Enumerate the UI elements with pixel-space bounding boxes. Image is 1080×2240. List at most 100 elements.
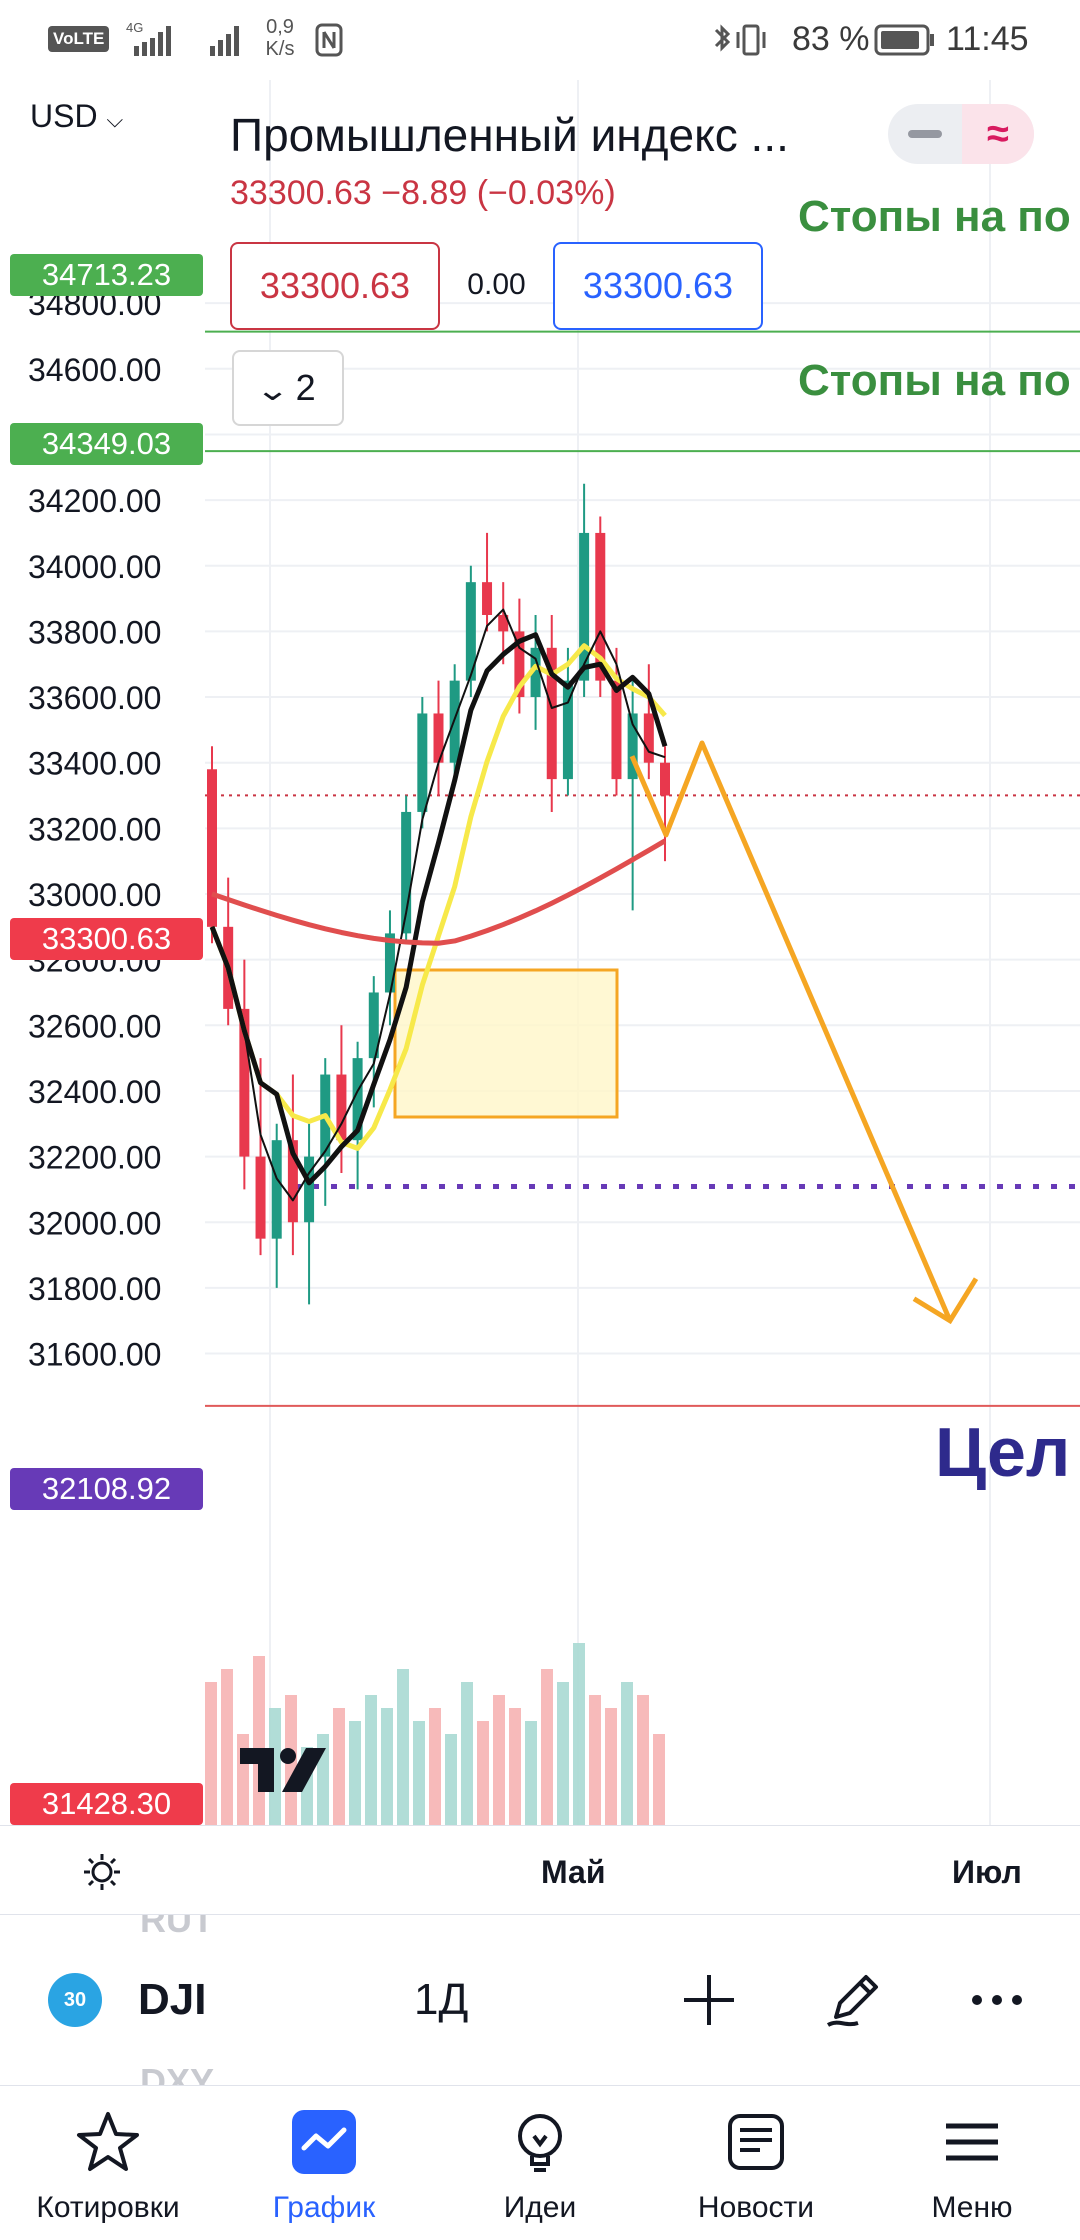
volume-bar bbox=[221, 1669, 233, 1825]
currency-selector[interactable]: USD ⌵ bbox=[30, 98, 123, 135]
volume-bar bbox=[589, 1695, 601, 1825]
volume-bar bbox=[349, 1721, 361, 1825]
nav-chart[interactable]: График bbox=[216, 2086, 432, 2240]
stop-label-1: Стопы на по bbox=[798, 192, 1071, 241]
lightbulb-icon bbox=[518, 2114, 562, 2172]
volume-bar bbox=[445, 1734, 457, 1825]
candle-body bbox=[643, 713, 654, 763]
candle-body bbox=[304, 1156, 315, 1223]
price-tick-label: 31600.00 bbox=[28, 1337, 161, 1373]
volume-bar bbox=[621, 1682, 633, 1825]
candle-body bbox=[207, 769, 217, 927]
volume-bar bbox=[413, 1721, 425, 1825]
sun-settings-icon[interactable] bbox=[82, 1852, 122, 1892]
price-tick-label: 32000.00 bbox=[28, 1205, 161, 1241]
chevron-down-icon: ⌵ bbox=[106, 107, 124, 132]
volte-indicator: VoLTE bbox=[48, 26, 110, 52]
candle-body bbox=[482, 582, 493, 615]
clock: 11:45 bbox=[946, 20, 1029, 58]
nav-ideas[interactable]: Идеи bbox=[432, 2086, 648, 2240]
month-label-may: Май bbox=[541, 1854, 606, 1890]
plus-icon[interactable] bbox=[674, 1965, 744, 2035]
interval-selector[interactable]: 1Д bbox=[414, 1975, 468, 2025]
stop-level-2-tag: 34349.03 bbox=[10, 423, 203, 465]
stop-level-1-tag: 34713.23 bbox=[10, 254, 203, 296]
price-tick-label: 33800.00 bbox=[28, 614, 161, 650]
sell-button[interactable]: 33300.63 bbox=[230, 242, 440, 330]
volume-bar bbox=[653, 1734, 665, 1825]
price-tick-label: 34600.00 bbox=[28, 352, 161, 388]
volume-bar bbox=[637, 1695, 649, 1825]
nav-quotes[interactable]: Котировки bbox=[0, 2086, 216, 2240]
menu-icon bbox=[946, 2123, 998, 2161]
volume-bar bbox=[573, 1643, 585, 1825]
cell-signal-icon: 4G bbox=[126, 20, 171, 56]
price-chart[interactable]: 34800.0034600.0034400.0034200.0034000.00… bbox=[0, 80, 1080, 1825]
price-tick-label: 34200.00 bbox=[28, 483, 161, 519]
tradingview-logo bbox=[240, 1748, 326, 1792]
star-icon bbox=[77, 2112, 139, 2171]
wave-icon[interactable]: ≈ bbox=[962, 104, 1034, 164]
symbol-toolbar: RUT DXY 30 DJI 1Д bbox=[0, 1915, 1080, 2085]
price-tick-label: 34000.00 bbox=[28, 549, 161, 585]
bottom-navigation: Котировки График Идеи Новости Меню bbox=[0, 2085, 1080, 2240]
spread-value: 0.00 bbox=[467, 268, 526, 301]
pencil-icon[interactable] bbox=[818, 1965, 888, 2035]
price-tick-label: 32200.00 bbox=[28, 1140, 161, 1176]
price-tick-label: 31800.00 bbox=[28, 1271, 161, 1307]
time-axis[interactable]: Май Июл bbox=[0, 1825, 1080, 1915]
last-price-tag: 33300.63 bbox=[10, 918, 203, 960]
price-tick-label: 32400.00 bbox=[28, 1074, 161, 1110]
bottom-level-tag: 31428.30 bbox=[10, 1783, 203, 1825]
price-tick-label: 33400.00 bbox=[28, 746, 161, 782]
network-speed: 0,9 K/s bbox=[265, 16, 295, 60]
volume-bar bbox=[557, 1682, 569, 1825]
candle-body bbox=[611, 680, 622, 780]
volume-bar bbox=[493, 1695, 505, 1825]
candle-body bbox=[255, 1156, 266, 1239]
price-tick-label: 33000.00 bbox=[28, 877, 161, 913]
month-label-july: Июл bbox=[952, 1854, 1022, 1890]
minimize-icon[interactable] bbox=[908, 130, 942, 138]
price-tick-label: 33200.00 bbox=[28, 811, 161, 847]
volume-bar bbox=[525, 1721, 537, 1825]
more-icon[interactable] bbox=[962, 1965, 1032, 2035]
target-label: Цел bbox=[935, 1413, 1071, 1491]
volume-bar bbox=[477, 1721, 489, 1825]
svg-text:4G: 4G bbox=[126, 20, 143, 35]
cell-signal-2-icon bbox=[210, 26, 239, 56]
ghost-symbol-below: DXY bbox=[140, 2061, 215, 2085]
volume-bar bbox=[461, 1682, 473, 1825]
volume-bar bbox=[541, 1669, 553, 1825]
price-change: 33300.63 −8.89 (−0.03%) bbox=[230, 174, 616, 212]
chart-mode-switch[interactable]: ≈ bbox=[888, 104, 1034, 164]
symbol-title[interactable]: Промышленный индекс ... bbox=[230, 108, 789, 162]
projection-arrow bbox=[629, 740, 953, 1322]
chevron-down-icon: ⌄ bbox=[255, 374, 291, 407]
nfc-icon bbox=[315, 23, 343, 57]
indicators-toggle[interactable]: ⌄ 2 bbox=[232, 350, 344, 426]
candle-body bbox=[660, 762, 670, 796]
price-tick-label: 33600.00 bbox=[28, 680, 161, 716]
symbol-badge: 30 bbox=[48, 1973, 102, 2027]
volume-bar bbox=[509, 1708, 521, 1825]
volume-bar bbox=[397, 1669, 409, 1825]
price-tick-label: 32600.00 bbox=[28, 1008, 161, 1044]
buy-button[interactable]: 33300.63 bbox=[553, 242, 763, 330]
volume-bar bbox=[365, 1695, 377, 1825]
chart-icon bbox=[292, 2110, 356, 2174]
volume-bar bbox=[333, 1708, 345, 1825]
status-bar: VoLTE 4G 0,9 K/s 83 % 11:45 bbox=[0, 0, 1080, 80]
nav-news[interactable]: Новости bbox=[648, 2086, 864, 2240]
volume-bar bbox=[381, 1708, 393, 1825]
volume-bar bbox=[205, 1682, 217, 1825]
volume-bar bbox=[605, 1708, 617, 1825]
nav-menu[interactable]: Меню bbox=[864, 2086, 1080, 2240]
ghost-symbol-above: RUT bbox=[140, 1915, 214, 1940]
symbol-ticker[interactable]: DJI bbox=[138, 1975, 206, 2025]
news-icon bbox=[728, 2114, 784, 2170]
stop-label-2: Стопы на по bbox=[798, 356, 1071, 405]
battery-icon bbox=[874, 24, 934, 56]
bluetooth-vibrate-icon bbox=[714, 24, 766, 56]
volume-bar bbox=[429, 1708, 441, 1825]
